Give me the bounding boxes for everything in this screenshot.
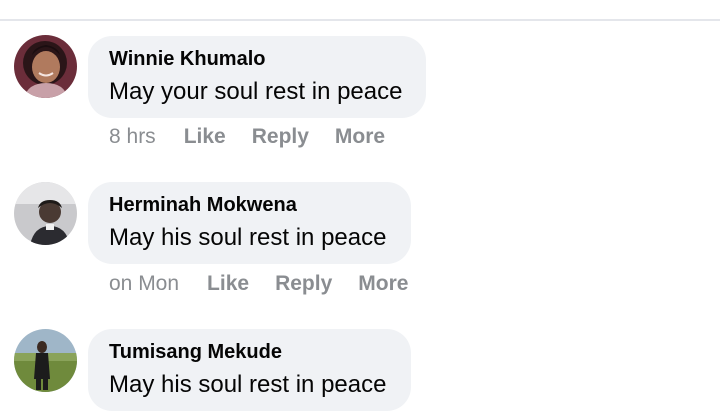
more-button[interactable]: More [358, 272, 408, 296]
comment-timestamp[interactable]: 8 hrs [109, 125, 156, 149]
comment-author[interactable]: Tumisang Mekude [109, 341, 282, 364]
avatar-photo-icon [14, 329, 77, 392]
reply-button[interactable]: Reply [252, 125, 309, 149]
more-button[interactable]: More [335, 125, 385, 149]
comment-bubble: Winnie Khumalo May your soul rest in pea… [88, 36, 426, 118]
comment-text: May his soul rest in peace [109, 224, 387, 251]
comment-timestamp[interactable]: on Mon [109, 272, 179, 296]
like-button[interactable]: Like [184, 125, 226, 149]
avatar[interactable] [14, 35, 77, 98]
comment-bubble: Tumisang Mekude May his soul rest in pea… [88, 329, 411, 411]
comment-actions: on Mon Like Reply More [109, 272, 434, 296]
top-divider [0, 19, 720, 21]
avatar[interactable] [14, 329, 77, 392]
comment-text: May your soul rest in peace [109, 78, 403, 105]
comment-text: May his soul rest in peace [109, 371, 387, 398]
avatar-photo-icon [14, 35, 77, 98]
comment-author[interactable]: Winnie Khumalo [109, 48, 265, 71]
reply-button[interactable]: Reply [275, 272, 332, 296]
comment-bubble: Herminah Mokwena May his soul rest in pe… [88, 182, 411, 264]
comment-author[interactable]: Herminah Mokwena [109, 194, 297, 217]
avatar-photo-icon [14, 182, 77, 245]
like-button[interactable]: Like [207, 272, 249, 296]
avatar[interactable] [14, 182, 77, 245]
comment-actions: 8 hrs Like Reply More [109, 125, 411, 149]
